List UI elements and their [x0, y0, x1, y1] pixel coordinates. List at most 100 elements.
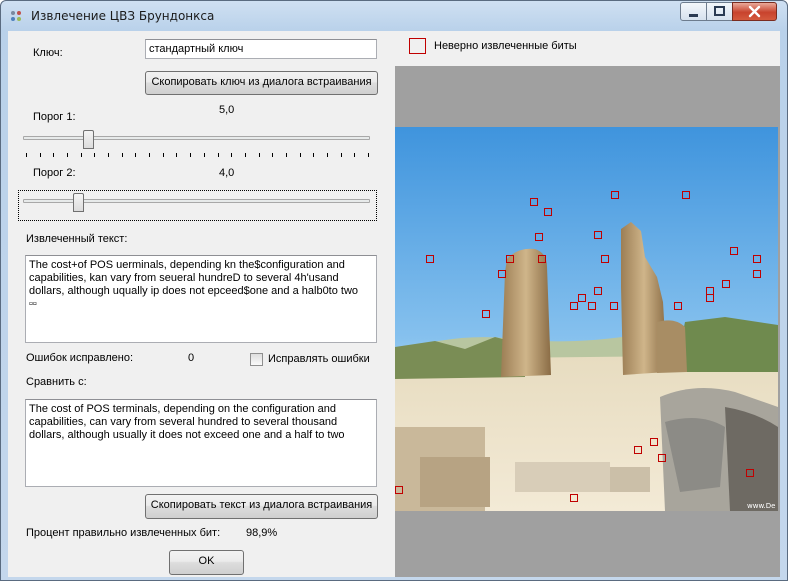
extracted-text: The cost+of POS uerminals, depending kn … — [29, 259, 371, 310]
errors-label: Ошибок исправлено: — [26, 352, 134, 364]
wrong-bit-marker — [674, 302, 682, 310]
wrong-bit-marker — [482, 310, 490, 318]
wrong-bit-marker — [610, 302, 618, 310]
watermarked-photo: www.De — [395, 127, 778, 511]
slider-tick — [245, 153, 246, 157]
threshold1-ticks — [23, 153, 370, 157]
percent-label: Процент правильно извлеченных бит: — [26, 527, 221, 539]
ruins-photo-image: www.De — [395, 127, 778, 511]
compare-text: The cost of POS terminals, depending on … — [29, 403, 345, 441]
threshold1-slider[interactable] — [23, 130, 370, 160]
wrong-bit-marker — [570, 302, 578, 310]
slider-tick — [286, 153, 287, 157]
threshold1-track — [23, 136, 370, 140]
copy-text-button[interactable]: Скопировать текст из диалога встраивания — [145, 494, 378, 519]
slider-tick — [53, 153, 54, 157]
image-preview-panel: www.De — [395, 66, 780, 577]
maximize-icon — [714, 6, 725, 16]
slider-tick — [81, 153, 82, 157]
compare-label: Сравнить с: — [26, 376, 87, 388]
extracted-text-label: Извлеченный текст: — [26, 233, 128, 245]
dialog-window: Извлечение ЦВЗ Брундонкса Ключ: Скопиров… — [0, 0, 788, 581]
threshold2-slider[interactable] — [23, 193, 370, 223]
title-bar[interactable]: Извлечение ЦВЗ Брундонкса — [1, 1, 787, 31]
window-title: Извлечение ЦВЗ Брундонкса — [31, 9, 215, 23]
wrong-bit-marker — [706, 294, 714, 302]
ok-button[interactable]: OK — [169, 550, 244, 575]
wrong-bit-marker — [601, 255, 609, 263]
wrong-bit-marker — [611, 191, 619, 199]
slider-tick — [190, 153, 191, 157]
wrong-bit-marker — [650, 438, 658, 446]
wrong-bit-marker — [594, 231, 602, 239]
wrong-bit-marker — [544, 208, 552, 216]
key-label: Ключ: — [33, 47, 63, 59]
slider-tick — [354, 153, 355, 157]
slider-tick — [108, 153, 109, 157]
wrong-bit-marker — [588, 302, 596, 310]
wrong-bit-marker — [746, 469, 754, 477]
slider-tick — [327, 153, 328, 157]
percent-value: 98,9% — [246, 527, 278, 539]
slider-tick — [259, 153, 260, 157]
wrong-bit-marker — [395, 486, 403, 494]
slider-tick — [272, 153, 273, 157]
wrong-bit-marker — [753, 255, 761, 263]
wrong-bit-marker — [594, 287, 602, 295]
slider-tick — [341, 153, 342, 157]
fix-errors-label[interactable]: Исправлять ошибки — [268, 353, 370, 365]
photo-watermark-text: www.De — [747, 502, 775, 510]
slider-tick — [26, 153, 27, 157]
wrong-bit-marker — [530, 198, 538, 206]
wrong-bit-marker — [658, 454, 666, 462]
slider-tick — [368, 153, 369, 157]
wrong-bit-marker — [426, 255, 434, 263]
slider-tick — [40, 153, 41, 157]
threshold1-thumb[interactable] — [83, 130, 94, 149]
wrong-bit-marker — [498, 270, 506, 278]
app-icon — [11, 11, 21, 21]
copy-key-button[interactable]: Скопировать ключ из диалога встраивания — [145, 71, 378, 95]
wrong-bit-marker — [753, 270, 761, 278]
slider-tick — [176, 153, 177, 157]
close-icon — [748, 5, 761, 18]
slider-tick — [163, 153, 164, 157]
slider-tick — [67, 153, 68, 157]
compare-text-box[interactable]: The cost of POS terminals, depending on … — [25, 399, 377, 487]
wrong-bits-legend-swatch — [409, 38, 426, 54]
slider-tick — [231, 153, 232, 157]
minimize-button[interactable] — [680, 2, 707, 21]
slider-tick — [135, 153, 136, 157]
slider-tick — [218, 153, 219, 157]
wrong-bit-marker — [730, 247, 738, 255]
wrong-bit-marker — [535, 233, 543, 241]
wrong-bit-marker — [634, 446, 642, 454]
wrong-bit-marker — [506, 255, 514, 263]
close-button[interactable] — [732, 2, 777, 21]
threshold2-thumb[interactable] — [73, 193, 84, 212]
slider-tick — [300, 153, 301, 157]
threshold2-label: Порог 2: — [33, 167, 76, 179]
maximize-button[interactable] — [706, 2, 733, 21]
errors-count: 0 — [188, 352, 195, 364]
wrong-bit-marker — [682, 191, 690, 199]
threshold2-value: 4,0 — [219, 167, 235, 179]
threshold1-value: 5,0 — [219, 104, 235, 116]
slider-tick — [313, 153, 314, 157]
key-input[interactable] — [146, 40, 376, 58]
slider-tick — [204, 153, 205, 157]
extracted-text-box[interactable]: The cost+of POS uerminals, depending kn … — [25, 255, 377, 343]
slider-tick — [94, 153, 95, 157]
wrong-bit-marker — [578, 294, 586, 302]
wrong-bit-marker — [570, 494, 578, 502]
threshold1-label: Порог 1: — [33, 111, 76, 123]
slider-tick — [149, 153, 150, 157]
minimize-icon — [689, 14, 698, 17]
slider-tick — [122, 153, 123, 157]
fix-errors-checkbox[interactable] — [250, 353, 263, 366]
wrong-bits-legend-label: Неверно извлеченные биты — [434, 40, 577, 52]
dialog-client-area: Ключ: Скопировать ключ из диалога встраи… — [8, 31, 780, 577]
wrong-bit-marker — [722, 280, 730, 288]
key-field-frame — [145, 39, 377, 59]
wrong-bit-marker — [538, 255, 546, 263]
